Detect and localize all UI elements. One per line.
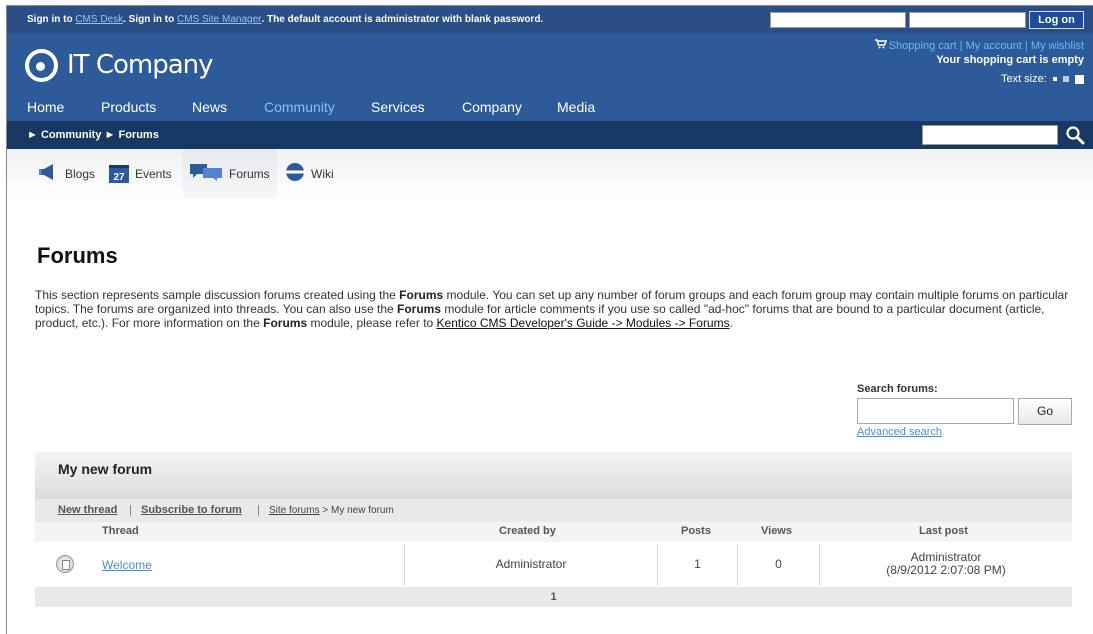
views-cell: 0 xyxy=(775,557,782,571)
breadcrumb: ► Community ► Forums xyxy=(27,129,159,141)
last-post-cell: Administrator (8/9/2012 2:07:08 PM) xyxy=(820,542,1072,587)
log-on-button[interactable]: Log on xyxy=(1029,11,1084,29)
header-links: Shopping cart | My account | My wishlist xyxy=(874,39,1084,52)
site-manager-link[interactable]: CMS Site Manager xyxy=(177,14,261,25)
breadcrumb-arrow-icon: ► xyxy=(104,129,116,141)
breadcrumb-arrow-icon: ► xyxy=(27,129,38,141)
nav-item-company[interactable]: Company xyxy=(462,99,522,115)
forum-actions-bar: New thread | Subscribe to forum | Site f… xyxy=(35,499,1072,522)
developer-guide-link[interactable]: Kentico CMS Developer's Guide -> Modules… xyxy=(437,316,730,330)
link-separator: | xyxy=(956,40,966,52)
calendar-icon: 27 xyxy=(109,164,129,183)
search-forums-label: Search forums: xyxy=(857,383,938,395)
tab-wiki[interactable]: Wiki xyxy=(279,149,340,198)
intro-paragraph: This section represents sample discussio… xyxy=(35,288,1080,330)
breadcrumb-community[interactable]: Community xyxy=(41,129,102,141)
column-created-by[interactable]: Created by xyxy=(499,525,556,537)
breadcrumb-bar: ► Community ► Forums xyxy=(7,121,1093,149)
tab-events[interactable]: 27 Events xyxy=(103,149,178,198)
thread-icon xyxy=(56,555,74,573)
tab-forums[interactable]: Forums xyxy=(183,149,277,198)
tab-label: Forums xyxy=(229,166,270,181)
username-field[interactable] xyxy=(770,12,906,28)
site-search-input[interactable] xyxy=(922,125,1058,145)
cms-desk-link[interactable]: CMS Desk xyxy=(75,14,123,25)
site-logo[interactable]: IT Company xyxy=(25,45,214,85)
intro-text: module, please refer to xyxy=(307,316,437,330)
text-size-small-icon[interactable] xyxy=(1052,77,1057,82)
main-navigation: Home Products News Community Services Co… xyxy=(7,96,1093,121)
action-separator: | xyxy=(129,504,132,516)
go-button[interactable]: Go xyxy=(1018,398,1072,425)
column-posts[interactable]: Posts xyxy=(681,525,711,537)
tab-label: Blogs xyxy=(65,166,96,181)
column-thread[interactable]: Thread xyxy=(102,525,139,537)
tab-blogs[interactable]: Blogs xyxy=(31,149,101,198)
nav-item-community[interactable]: Community xyxy=(264,99,335,115)
logo-text: IT Company xyxy=(67,50,214,80)
my-wishlist-link[interactable]: My wishlist xyxy=(1031,40,1084,52)
megaphone-icon xyxy=(37,163,59,184)
text-size-control: Text size: xyxy=(875,73,1084,85)
speech-bubbles-icon xyxy=(189,163,223,184)
browser-frame: Sign in to CMS Desk. Sign in to CMS Site… xyxy=(6,5,1093,634)
action-separator: | xyxy=(257,504,260,516)
community-subtabs: Blogs 27 Events Forums Wiki xyxy=(7,149,1093,198)
crumb-separator: > xyxy=(319,505,331,516)
subscribe-link[interactable]: Subscribe to forum xyxy=(141,504,242,516)
intro-text: This section represents sample discussio… xyxy=(35,288,400,302)
password-field[interactable] xyxy=(909,12,1026,28)
table-row: Welcome Administrator 1 0 Administrator … xyxy=(35,542,1072,587)
link-separator: | xyxy=(1021,40,1031,52)
text-size-medium-icon[interactable] xyxy=(1062,76,1069,83)
pager[interactable]: 1 xyxy=(35,587,1072,607)
site-header: IT Company Shopping cart | My account | … xyxy=(7,33,1093,96)
shopping-cart-link[interactable]: Shopping cart xyxy=(889,40,957,52)
text-size-label: Text size: xyxy=(1000,73,1047,85)
calendar-day: 27 xyxy=(113,171,125,183)
text-size-large-icon[interactable] xyxy=(1075,74,1084,84)
header-user-panel: Shopping cart | My account | My wishlist… xyxy=(874,39,1084,85)
globe-icon xyxy=(285,162,305,185)
nav-item-media[interactable]: Media xyxy=(557,99,595,115)
nav-item-news[interactable]: News xyxy=(192,99,227,115)
breadcrumb-forums: Forums xyxy=(118,129,159,141)
nav-item-services[interactable]: Services xyxy=(371,99,425,115)
signin-message: Sign in to CMS Desk. Sign in to CMS Site… xyxy=(27,14,543,25)
search-forums-input[interactable] xyxy=(857,398,1014,424)
thread-link[interactable]: Welcome xyxy=(102,558,152,572)
created-by-cell: Administrator xyxy=(495,557,567,571)
thread-table-header: Thread Created by Posts Views Last post xyxy=(35,522,1072,542)
intro-text: . xyxy=(729,316,733,330)
forum-header: My new forum xyxy=(35,452,1072,499)
tab-label: Events xyxy=(135,166,172,181)
page-title: Forums xyxy=(37,243,118,268)
cart-status: Your shopping cart is empty xyxy=(936,54,1084,66)
column-last-post[interactable]: Last post xyxy=(919,525,968,537)
signin-text: Sign in to xyxy=(27,14,76,25)
top-signin-bar: Sign in to CMS Desk. Sign in to CMS Site… xyxy=(7,6,1093,33)
crumb-current: My new forum xyxy=(330,505,394,516)
intro-bold: Forums xyxy=(263,316,308,330)
tab-label: Wiki xyxy=(311,166,334,181)
nav-item-products[interactable]: Products xyxy=(101,99,156,115)
intro-bold: Forums xyxy=(397,302,442,316)
posts-cell: 1 xyxy=(694,557,701,571)
forum-breadcrumb: Site forums > My new forum xyxy=(269,505,394,516)
intro-bold: Forums xyxy=(399,288,444,302)
column-views[interactable]: Views xyxy=(761,525,792,537)
site-forums-link[interactable]: Site forums xyxy=(269,505,320,516)
new-thread-link[interactable]: New thread xyxy=(58,504,117,516)
signin-text: . Sign in to xyxy=(123,14,178,25)
logo-ring-icon xyxy=(25,48,58,82)
last-post-date: (8/9/2012 2:07:08 PM) xyxy=(886,563,1006,577)
search-icon[interactable] xyxy=(1065,125,1085,145)
signin-text: . The default account is administrator w… xyxy=(261,14,544,25)
nav-item-home[interactable]: Home xyxy=(27,99,64,115)
advanced-search-link[interactable]: Advanced search xyxy=(857,426,942,438)
shopping-cart-icon[interactable] xyxy=(874,39,887,52)
forum-title: My new forum xyxy=(58,461,153,477)
my-account-link[interactable]: My account xyxy=(966,40,1022,52)
